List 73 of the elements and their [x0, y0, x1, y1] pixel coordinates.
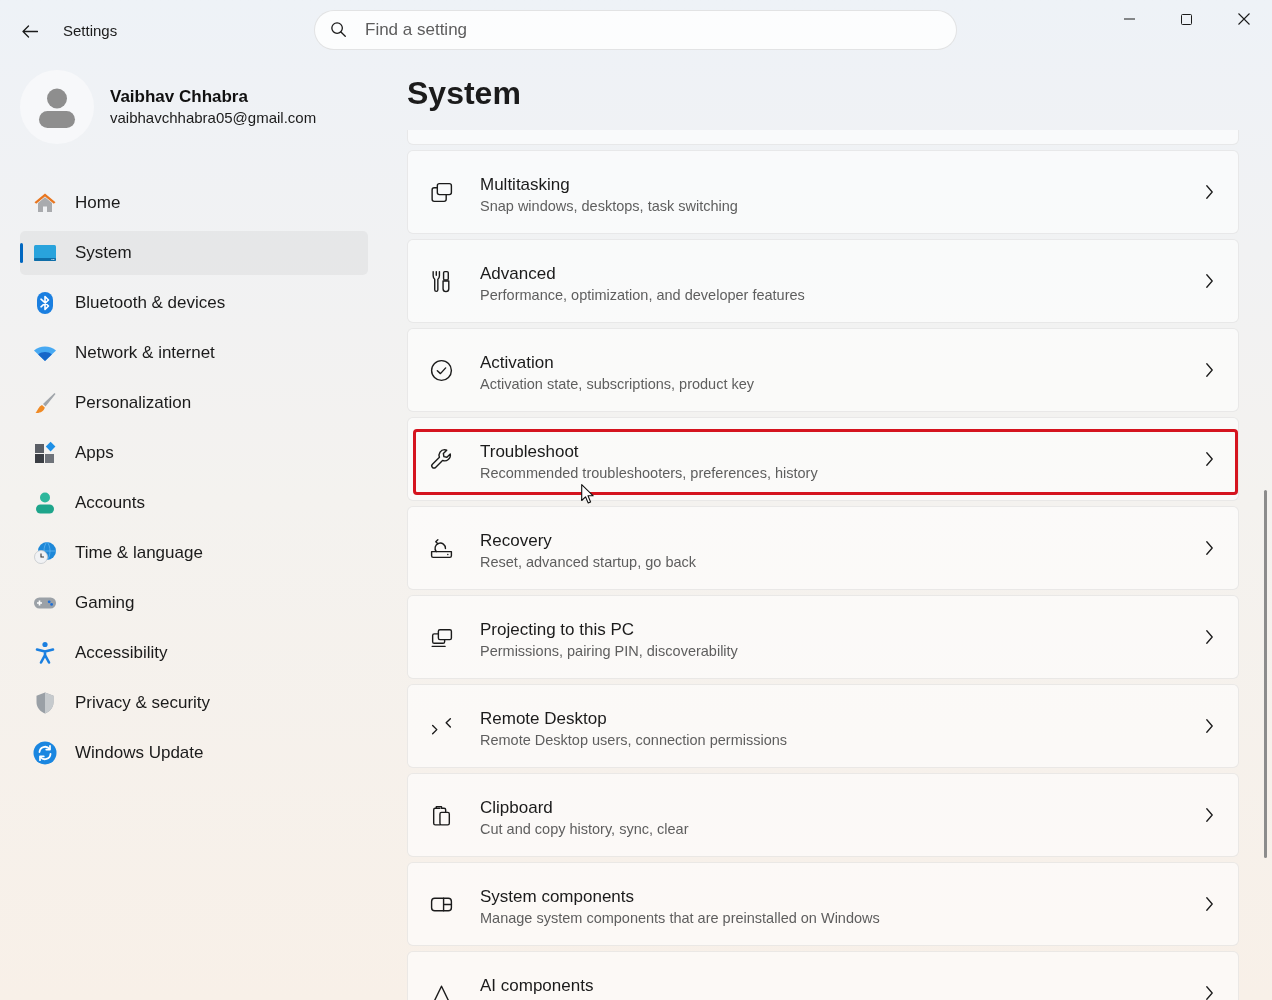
sidebar-item[interactable]: Time & language — [20, 531, 368, 575]
paintbrush-icon — [33, 391, 57, 415]
sidebar-item[interactable]: Accessibility — [20, 631, 368, 675]
chevron-right-icon — [1206, 897, 1213, 911]
settings-card[interactable]: Projecting to this PC Permissions, pairing PIN, discoverability — [407, 595, 1239, 679]
sidebar-item[interactable]: Windows Update — [20, 731, 368, 775]
active-indicator-icon — [20, 243, 23, 263]
chevron-right-icon — [1206, 185, 1213, 199]
sidebar-item[interactable]: Gaming — [20, 581, 368, 625]
setting-title: System components — [480, 886, 634, 908]
chevron-right-icon — [1206, 630, 1213, 644]
setting-description: Snap windows, desktops, task switching — [480, 197, 738, 216]
settings-card[interactable]: Activation Activation state, subscriptions, product key — [407, 328, 1239, 412]
person-icon — [33, 491, 57, 515]
setting-title: Activation — [480, 352, 554, 374]
accessibility-icon — [33, 641, 57, 665]
settings-card[interactable]: Recovery Reset, advanced startup, go back — [407, 506, 1239, 590]
sidebar-item[interactable]: Bluetooth & devices — [20, 281, 368, 325]
user-name: Vaibhav Chhabra — [110, 86, 249, 108]
chevron-right-icon — [1206, 541, 1213, 555]
chevron-right-icon — [1206, 363, 1213, 377]
setting-description: Cut and copy history, sync, clear — [480, 820, 689, 839]
setting-description: Activation state, subscriptions, product key — [480, 375, 755, 394]
back-arrow-icon[interactable] — [22, 25, 38, 38]
user-avatar-icon[interactable] — [20, 70, 94, 144]
maximize-icon[interactable] — [1181, 13, 1192, 25]
close-icon[interactable] — [1237, 13, 1250, 25]
settings-card[interactable]: Clipboard Cut and copy history, sync, clear — [407, 773, 1239, 857]
sidebar-item[interactable]: Apps — [20, 431, 368, 475]
setting-description: Performance, optimization, and developer features — [480, 286, 805, 305]
settings-card[interactable]: AI components — [407, 951, 1239, 1000]
home-icon — [33, 191, 57, 215]
setting-description: Recommended troubleshooters, preferences, history — [480, 464, 818, 483]
chevron-right-icon — [1206, 986, 1213, 1000]
settings-card[interactable]: Multitasking Snap windows, desktops, task switching — [407, 150, 1239, 234]
sidebar-item[interactable]: Network & internet — [20, 331, 368, 375]
app-grid-icon — [33, 441, 57, 465]
chevron-right-icon — [1206, 452, 1213, 466]
sidebar-item[interactable]: System — [20, 231, 368, 275]
setting-title: Remote Desktop — [480, 708, 607, 730]
sidebar-item[interactable]: Personalization — [20, 381, 368, 425]
setting-title: Projecting to this PC — [480, 619, 634, 641]
settings-card[interactable]: Troubleshoot Recommended troubleshooters, preferences, history — [407, 417, 1239, 501]
check-circle-icon — [429, 357, 454, 383]
search-icon — [331, 22, 346, 37]
wrench-icon — [429, 446, 454, 472]
settings-card[interactable]: Remote Desktop Remote Desktop users, connection permissions — [407, 684, 1239, 768]
settings-card[interactable]: Advanced Performance, optimization, and developer features — [407, 239, 1239, 323]
user-email: vaibhavchhabra05@gmail.com — [110, 108, 317, 128]
sidebar-item[interactable]: Home — [20, 181, 368, 225]
globe-clock-icon — [33, 541, 57, 565]
setting-description: Permissions, pairing PIN, discoverability — [480, 642, 738, 661]
settings-card[interactable]: System components Manage system components that are preinstalled on Windows — [407, 862, 1239, 946]
setting-title: Clipboard — [480, 797, 553, 819]
setting-description: Remote Desktop users, connection permissions — [480, 731, 788, 750]
search-field[interactable]: Find a setting — [314, 10, 957, 50]
setting-title: Recovery — [480, 530, 552, 552]
setting-description: Reset, advanced startup, go back — [480, 553, 697, 572]
chevron-right-icon — [1206, 808, 1213, 822]
page-title: System — [407, 74, 521, 113]
sidebar-item[interactable]: Accounts — [20, 481, 368, 525]
sync-arrows-icon — [33, 741, 57, 765]
chevron-right-icon — [1206, 719, 1213, 733]
setting-title: Advanced — [480, 263, 556, 285]
scrollbar-thumb[interactable] — [1264, 490, 1267, 858]
window-title: Settings — [63, 21, 118, 41]
setting-title: AI components — [480, 975, 594, 997]
setting-title: Troubleshoot — [480, 441, 579, 463]
setting-description: Manage system components that are preinstalled on Windows — [480, 909, 880, 928]
mouse-pointer-icon — [581, 484, 594, 504]
sidebar-item[interactable]: Privacy & security — [20, 681, 368, 725]
chevron-right-icon — [1206, 274, 1213, 288]
setting-title: Multitasking — [480, 174, 570, 196]
